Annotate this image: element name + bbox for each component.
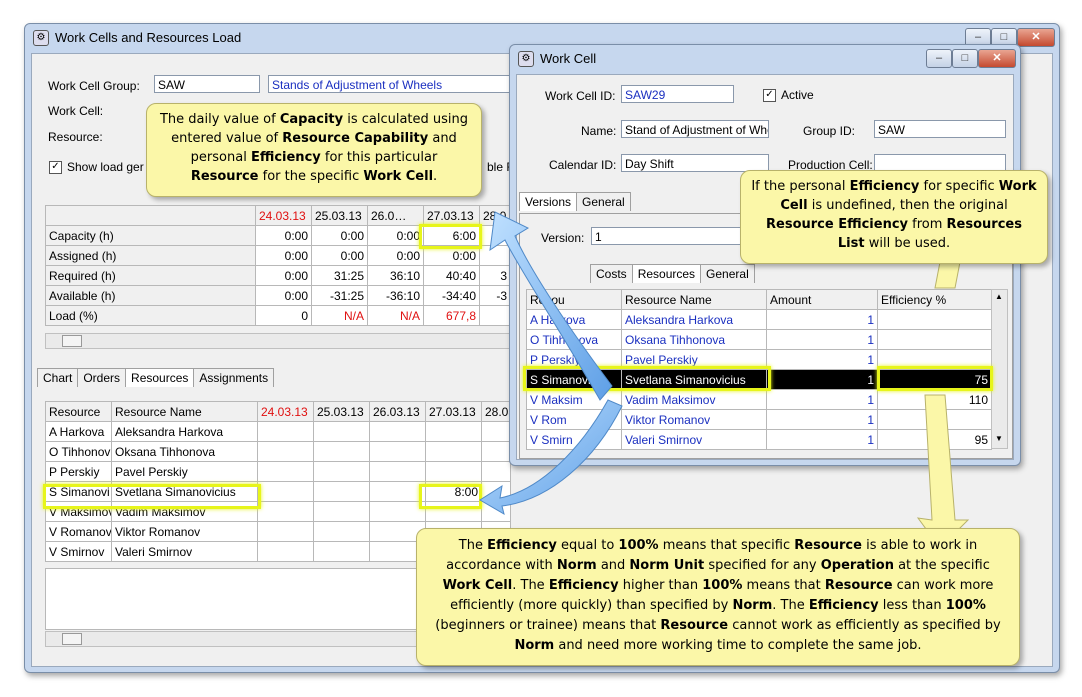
arrow-efficiency-down: [916, 394, 970, 549]
capacity-callout: The daily value of Capacity is calculate…: [146, 103, 482, 197]
efficiency-explained-callout: The Efficiency equal to 100% means that …: [416, 528, 1020, 666]
arrow-to-assigned: [479, 399, 623, 516]
arrow-to-capacity: [489, 211, 613, 401]
efficiency-undefined-callout: If the personal Efficiency for specific …: [740, 170, 1048, 264]
